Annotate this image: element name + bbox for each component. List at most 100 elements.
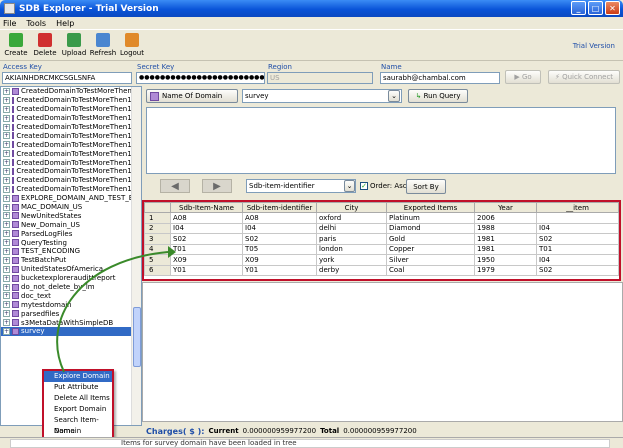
tree-item[interactable]: + CreatedDomainToTestMoreThen10C [1, 185, 141, 194]
table-cell[interactable]: london [316, 243, 387, 255]
upload-button[interactable]: Upload [61, 30, 87, 60]
table-cell[interactable]: 1979 [474, 264, 537, 276]
column-header[interactable] [144, 202, 171, 213]
table-cell[interactable]: X09 [242, 254, 317, 266]
chevron-down-icon[interactable]: ⌄ [388, 90, 400, 102]
table-cell[interactable]: S02 [170, 233, 243, 245]
column-header[interactable]: Exported Items [386, 202, 475, 213]
expand-icon[interactable]: + [3, 212, 10, 220]
table-cell[interactable]: delhi [316, 222, 387, 234]
create-button[interactable]: Create [3, 30, 29, 60]
expand-icon[interactable]: + [3, 274, 10, 282]
table-cell[interactable]: 1988 [474, 222, 537, 234]
table-cell[interactable]: Y01 [242, 264, 317, 276]
expand-icon[interactable]: + [3, 185, 10, 193]
table-cell[interactable]: Coal [386, 264, 475, 276]
table-cell[interactable]: oxford [316, 212, 387, 224]
tree-item[interactable]: + CreatedDomainToTestMoreThen10C [1, 176, 141, 185]
expand-icon[interactable]: + [3, 256, 10, 264]
column-header[interactable]: __item [536, 202, 619, 213]
menu-tools[interactable]: Tools [26, 19, 46, 28]
tree-item[interactable]: + CreatedDomainToTestMoreThen10C [1, 105, 141, 114]
expand-icon[interactable]: + [3, 319, 10, 327]
table-cell[interactable]: 2006 [474, 212, 537, 224]
table-cell[interactable]: T01 [536, 243, 619, 255]
region-select[interactable]: US [267, 72, 373, 84]
maximize-button[interactable]: □ [588, 1, 603, 15]
access-key-field[interactable]: AKIAINHDRCMKCSGLSNFA [2, 72, 132, 84]
tree-item[interactable]: + CreatedDomainToTestMoreThen10 [1, 87, 141, 96]
expand-icon[interactable]: + [3, 150, 10, 158]
expand-icon[interactable]: + [3, 292, 10, 300]
expand-icon[interactable]: + [3, 230, 10, 238]
table-cell[interactable]: Copper [386, 243, 475, 255]
expand-icon[interactable]: + [3, 123, 10, 131]
table-cell[interactable]: I04 [170, 222, 243, 234]
tree-item[interactable]: + CreatedDomainToTestMoreThen10C [1, 140, 141, 149]
table-cell[interactable]: A08 [170, 212, 243, 224]
table-row[interactable]: 1 A08 A08 oxford Platinum 2006 [144, 212, 619, 224]
tree-item[interactable]: + ParsedLogFiles [1, 229, 141, 238]
menu-item-delete-all-items[interactable]: Delete All Items [44, 393, 112, 404]
column-header[interactable]: Year [474, 202, 537, 213]
expand-icon[interactable]: + [3, 247, 10, 255]
refresh-button[interactable]: Refresh [90, 30, 116, 60]
sort-field-chevron-icon[interactable]: ⌄ [344, 180, 355, 192]
menu-item-export-domain[interactable]: Export Domain [44, 404, 112, 415]
query-editor[interactable] [146, 107, 616, 174]
sort-field-select[interactable]: Sdb-item-identifier [246, 179, 356, 193]
expand-icon[interactable]: + [3, 141, 10, 149]
table-cell[interactable]: Silver [386, 254, 475, 266]
expand-icon[interactable]: + [3, 310, 10, 318]
table-cell[interactable]: Diamond [386, 222, 475, 234]
tree-item[interactable]: + MAC_DOMAIN_US [1, 203, 141, 212]
tree-item[interactable]: + CreatedDomainToTestMoreThen10C [1, 123, 141, 132]
column-header[interactable]: Sdb-item-identifier [242, 202, 317, 213]
menu-file[interactable]: File [3, 19, 16, 28]
expand-icon[interactable]: + [3, 167, 10, 175]
tree-item[interactable]: + NewUnitedStates [1, 211, 141, 220]
table-cell[interactable]: I04 [242, 222, 317, 234]
table-row[interactable]: 6 Y01 Y01 derby Coal 1979 S02 [144, 264, 619, 276]
column-header[interactable]: City [316, 202, 387, 213]
menu-help[interactable]: Help [56, 19, 74, 28]
table-cell[interactable]: X09 [170, 254, 243, 266]
table-row[interactable]: 4 T01 T05 london Copper 1981 T01 [144, 243, 619, 255]
table-cell[interactable]: S02 [536, 233, 619, 245]
table-cell[interactable]: T05 [242, 243, 317, 255]
delete-button[interactable]: Delete [32, 30, 58, 60]
expand-icon[interactable]: + [3, 132, 10, 140]
table-cell[interactable]: 1981 [474, 243, 537, 255]
table-cell[interactable]: Gold [386, 233, 475, 245]
expand-icon[interactable]: + [3, 105, 10, 113]
table-cell[interactable]: S02 [536, 264, 619, 276]
previous-page-button[interactable]: ◀ [160, 179, 190, 193]
table-cell[interactable]: york [316, 254, 387, 266]
tree-scrollbar[interactable] [131, 87, 141, 425]
tree-item[interactable]: + mytestdomain [1, 300, 141, 309]
quick-connect-button[interactable]: ⚡ Quick Connect [548, 70, 620, 84]
next-page-button[interactable]: ▶ [202, 179, 232, 193]
table-cell[interactable]: S02 [242, 233, 317, 245]
tree-item[interactable]: + CreatedDomainToTestMoreThen10C [1, 114, 141, 123]
tree-item[interactable]: + parsedfiles [1, 309, 141, 318]
tree-item[interactable]: + s3MetaDataWithSimpleDB [1, 318, 141, 327]
table-row[interactable]: 2 I04 I04 delhi Diamond 1988 I04 [144, 222, 619, 234]
menu-item-domain-properties[interactable]: Domain Properties [44, 426, 112, 446]
table-cell[interactable]: A08 [242, 212, 317, 224]
logout-button[interactable]: Logout [119, 30, 145, 60]
tree-item[interactable]: + CreatedDomainToTestMoreThen10C [1, 96, 141, 105]
go-button[interactable]: ▶ Go [505, 70, 541, 84]
table-cell[interactable]: I04 [536, 222, 619, 234]
tree-item[interactable]: + QueryTesting [1, 238, 141, 247]
name-field[interactable]: saurabh@chambal.com [380, 72, 500, 84]
sort-by-button[interactable]: Sort By [406, 179, 446, 194]
table-cell[interactable]: derby [316, 264, 387, 276]
table-cell[interactable]: paris [316, 233, 387, 245]
run-query-button[interactable]: ↳ Run Query [408, 89, 468, 103]
tree-item[interactable]: + UnitedStatesOfAmerica [1, 265, 141, 274]
table-cell[interactable]: I04 [536, 254, 619, 266]
tree-item[interactable]: + CreatedDomainToTestMoreThen10C [1, 149, 141, 158]
table-cell[interactable]: 1950 [474, 254, 537, 266]
menu-item-search-item-name[interactable]: Search Item-Name [44, 415, 112, 435]
